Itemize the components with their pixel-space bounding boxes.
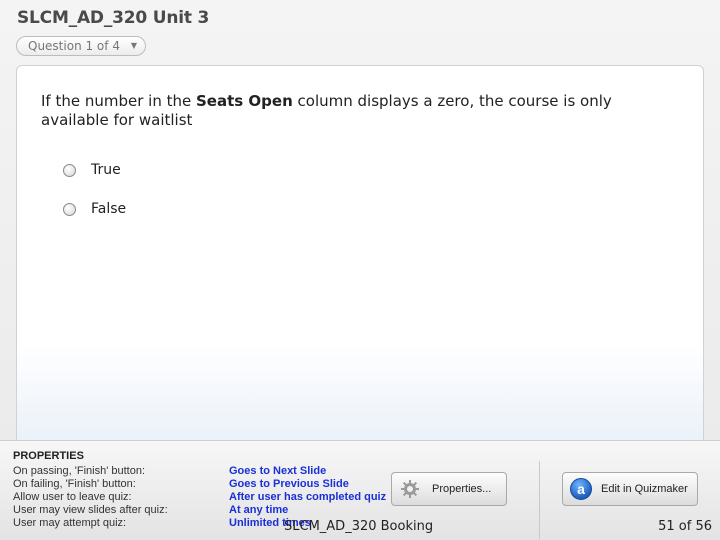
- slide-name: SLCM_AD_320 Booking: [284, 519, 434, 534]
- property-label-attempt: User may attempt quiz:: [13, 517, 127, 529]
- choice-label-true: True: [91, 162, 121, 178]
- properties-button-label: Properties...: [432, 483, 492, 495]
- slide-counter: 51 of 56: [658, 519, 712, 534]
- gear-icon: [401, 480, 419, 498]
- chevron-down-icon: ▼: [130, 41, 137, 50]
- properties-heading: PROPERTIES: [13, 450, 84, 462]
- radio-false[interactable]: [63, 202, 76, 216]
- radio-true[interactable]: [63, 163, 76, 177]
- property-value-view: At any time: [229, 504, 289, 516]
- property-value-leave: After user has completed quiz: [229, 491, 387, 503]
- property-value-failing: Goes to Previous Slide: [229, 478, 349, 490]
- property-value-passing: Goes to Next Slide: [229, 465, 327, 477]
- choice-false[interactable]: False: [63, 201, 126, 217]
- question-text-emphasis: Seats Open: [196, 92, 293, 110]
- panel-divider: [539, 461, 540, 539]
- property-label-view: User may view slides after quiz:: [13, 504, 168, 516]
- property-label-passing: On passing, 'Finish' button:: [13, 465, 145, 477]
- quizmaker-logo-icon: a: [570, 478, 592, 500]
- question-selector[interactable]: Question 1 of 4 ▼: [16, 36, 146, 56]
- quiz-title: SLCM_AD_320 Unit 3: [17, 8, 210, 28]
- edit-in-quizmaker-button[interactable]: a Edit in Quizmaker: [562, 472, 698, 506]
- question-text-start: If the number in the: [41, 92, 196, 110]
- choice-true[interactable]: True: [63, 162, 121, 178]
- question-card: If the number in the Seats Open column d…: [16, 65, 704, 465]
- choice-label-false: False: [91, 201, 127, 217]
- edit-in-quizmaker-label: Edit in Quizmaker: [601, 483, 688, 495]
- question-selector-label: Question 1 of 4: [28, 39, 120, 53]
- properties-button[interactable]: Properties...: [391, 472, 507, 506]
- property-label-leave: Allow user to leave quiz:: [13, 491, 132, 503]
- property-label-failing: On failing, 'Finish' button:: [13, 478, 136, 490]
- question-text: If the number in the Seats Open column d…: [41, 92, 681, 130]
